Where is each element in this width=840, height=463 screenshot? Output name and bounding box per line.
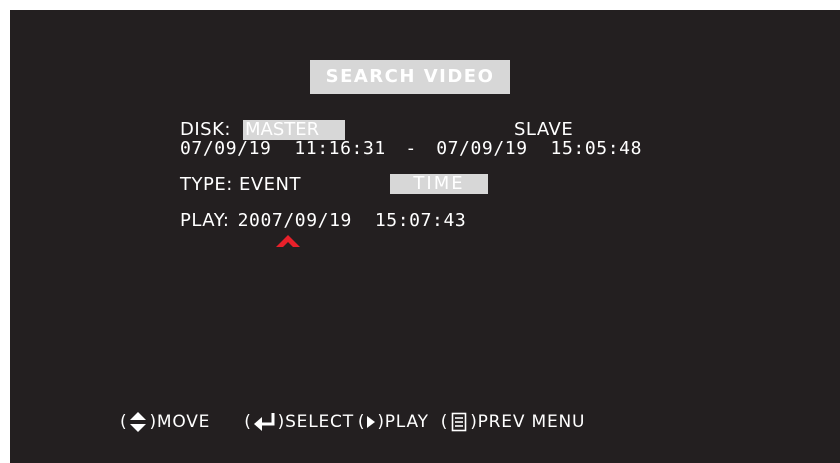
disk-option-master[interactable]: MASTER: [243, 120, 345, 140]
type-option-time[interactable]: TIME: [390, 174, 488, 194]
play-datetime[interactable]: 2007/09/19 15:07:43: [238, 210, 467, 231]
help-bar: ( )MOVE ( )SELECT ( )PLAY ()PREV MENU: [120, 409, 585, 435]
help-prev-menu: ( )PREV MENU: [440, 412, 586, 432]
page-title: SEARCH VIDEO: [310, 60, 510, 94]
help-select: ( )SELECT: [244, 412, 354, 432]
range-start: 07/09/19 11:16:31: [180, 138, 386, 159]
disk-option-slave[interactable]: SLAVE: [514, 120, 573, 140]
range-end: 07/09/19 15:05:48: [436, 138, 643, 159]
play-label: PLAY:: [180, 210, 230, 231]
disk-row: DISK:: [180, 120, 231, 140]
caret-up-icon: [276, 235, 300, 247]
type-row: TYPE:: [180, 175, 233, 195]
help-play: ( )PLAY: [357, 412, 429, 432]
play-row: PLAY: 2007/09/19 15:07:43: [180, 211, 466, 231]
range-separator: -: [405, 138, 417, 159]
up-down-arrow-icon: [130, 412, 147, 432]
menu-list-icon: [451, 412, 467, 432]
dvr-search-screen: SEARCH VIDEO DISK: MASTER SLAVE 07/09/19…: [10, 10, 840, 463]
enter-arrow-icon: [253, 413, 275, 431]
help-move: ( )MOVE: [120, 412, 211, 432]
type-option-event[interactable]: EVENT: [239, 175, 301, 195]
play-triangle-icon: [367, 416, 376, 428]
disk-label: DISK:: [180, 119, 231, 140]
disk-time-range: 07/09/19 11:16:31 - 07/09/19 15:05:48: [180, 139, 642, 159]
type-label: TYPE:: [180, 174, 233, 195]
